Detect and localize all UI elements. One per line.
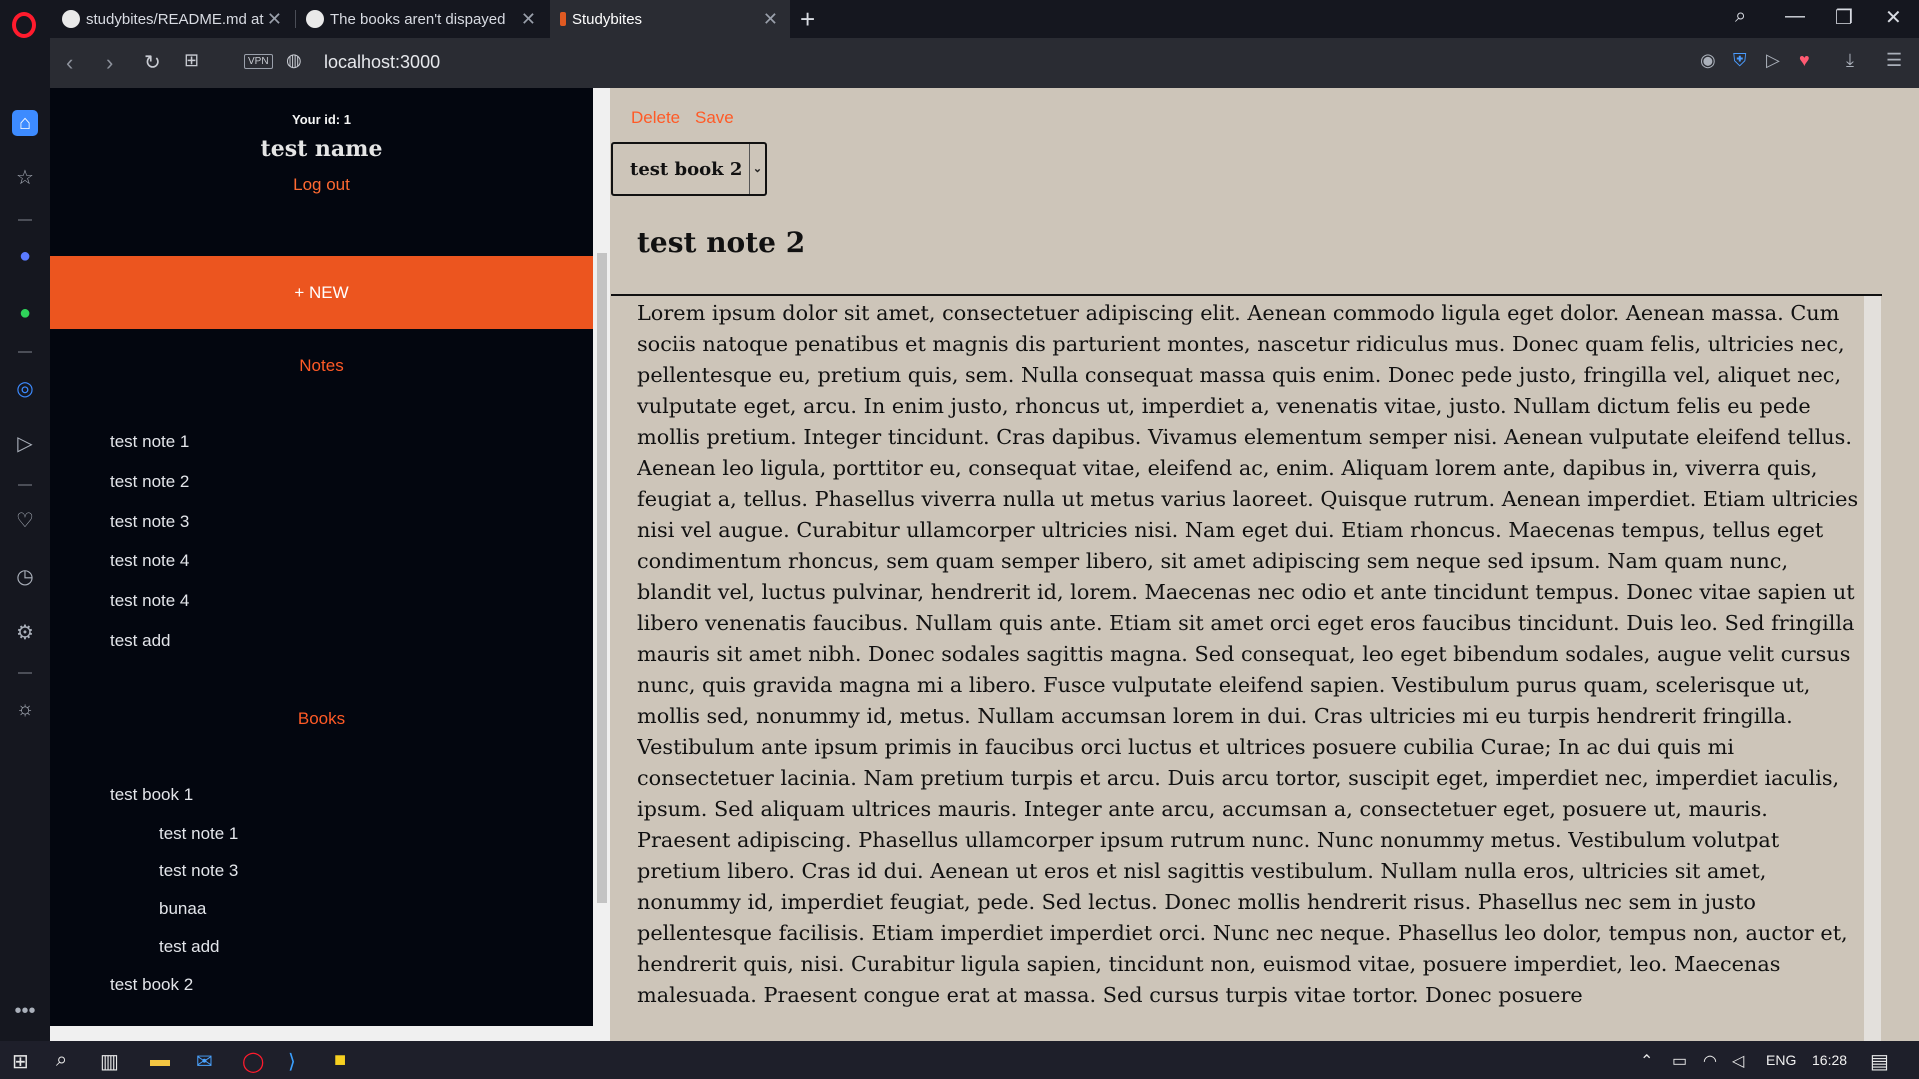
settings-sliders-icon[interactable]: ☰	[1886, 50, 1902, 71]
close-icon[interactable]: ✕	[521, 9, 536, 30]
book-select[interactable]: test book 2 ⌄	[611, 142, 767, 196]
player-icon[interactable]: ◎	[12, 376, 38, 402]
notifications-icon[interactable]: ▤	[1870, 1049, 1889, 1074]
mail-icon[interactable]: ✉	[196, 1049, 213, 1074]
minimize-icon[interactable]: —	[1785, 5, 1805, 28]
note-item[interactable]: test note 4	[110, 591, 189, 611]
browser-tab-bar: studybites/README.md at ✕ The books aren…	[0, 0, 1919, 38]
sidebar-scrollbar[interactable]	[593, 88, 610, 1026]
rail-divider	[18, 484, 32, 486]
file-explorer-icon[interactable]: ▬	[150, 1049, 170, 1072]
reload-icon[interactable]: ↻	[144, 50, 161, 75]
close-icon[interactable]: ✕	[267, 9, 282, 30]
camera-icon[interactable]: ◉	[1700, 50, 1716, 71]
book-note-item[interactable]: test add	[159, 937, 220, 957]
studybites-favicon	[560, 12, 566, 26]
note-title[interactable]: test note 2	[637, 226, 805, 259]
rail-divider	[18, 351, 32, 353]
wifi-icon[interactable]: ◠	[1703, 1051, 1717, 1071]
restore-icon[interactable]: ❐	[1835, 5, 1853, 30]
windows-taskbar: ⊞ ⌕ ▥ ▬ ✉ ◯ ⟩ ■ ⌃ ▭ ◠ ◁ ENG 16:28 ▤	[0, 1041, 1919, 1079]
download-icon[interactable]: ⤓	[1846, 50, 1854, 71]
language-indicator[interactable]: ENG	[1766, 1052, 1796, 1068]
sidebar-scrollbar-thumb[interactable]	[597, 253, 607, 903]
rail-divider	[18, 219, 32, 221]
delete-button[interactable]: Delete	[631, 108, 680, 128]
url-field[interactable]: localhost:3000	[324, 52, 440, 73]
forward-icon[interactable]: ›	[106, 50, 113, 76]
more-icon[interactable]: •••	[12, 998, 38, 1024]
note-body-scrollbar[interactable]	[1864, 296, 1881, 1041]
windows-start-icon[interactable]: ⊞	[12, 1049, 29, 1074]
note-item[interactable]: test note 1	[110, 432, 189, 452]
close-icon[interactable]: ✕	[763, 9, 778, 30]
note-body-textarea[interactable]: Lorem ipsum dolor sit amet, consectetuer…	[637, 298, 1860, 1041]
books-heading: Books	[297, 709, 346, 728]
new-note-button[interactable]: + NEW	[50, 256, 593, 329]
opera-menu-icon[interactable]	[12, 12, 36, 38]
address-bar: ‹ › ↻ ⊞ VPN ◍ localhost:3000 ◉ ⛨ ▷ ♥ ⤓ ☰	[50, 38, 1919, 88]
note-item[interactable]: test note 4	[110, 551, 189, 571]
tab-title: The books aren't dispayed	[330, 10, 506, 28]
opera-taskbar-icon[interactable]: ◯	[242, 1049, 264, 1074]
vscode-icon[interactable]: ⟩	[288, 1049, 296, 1074]
sticky-notes-icon[interactable]: ■	[334, 1049, 346, 1072]
clock[interactable]: 16:28	[1812, 1052, 1847, 1068]
chevron-down-icon: ⌄	[749, 144, 765, 194]
volume-icon[interactable]: ◁	[1732, 1051, 1744, 1071]
github-icon	[306, 10, 324, 28]
battery-icon[interactable]: ▭	[1672, 1051, 1687, 1071]
chevron-up-icon[interactable]: ⌃	[1640, 1051, 1653, 1071]
whatsapp-icon[interactable]: ●	[12, 300, 38, 326]
shield-icon[interactable]: ⛨	[1733, 50, 1747, 71]
new-tab-plus-icon[interactable]: +	[800, 4, 815, 35]
tab-readme[interactable]: studybites/README.md at ✕	[52, 0, 294, 38]
logout-link[interactable]: Log out	[50, 175, 593, 195]
close-window-icon[interactable]: ✕	[1885, 5, 1902, 30]
user-name: test name	[260, 136, 383, 162]
tab-title: Studybites	[572, 10, 643, 28]
book-item[interactable]: test book 1	[110, 785, 193, 805]
globe-icon: ◍	[286, 50, 302, 70]
history-icon[interactable]: ◷	[12, 564, 38, 590]
sidebar-horizontal-scrollbar[interactable]	[50, 1026, 610, 1041]
search-icon[interactable]: ⌕	[56, 1049, 67, 1072]
rail-divider	[18, 672, 32, 674]
browser-sidebar-rail: ⌂ ☆ ● ● ◎ ▷ ♡ ◷ ⚙ ☼ •••	[0, 38, 50, 1041]
send-icon[interactable]: ▷	[12, 431, 38, 457]
heart-icon[interactable]: ♥	[1799, 50, 1810, 71]
heart-icon[interactable]: ♡	[12, 508, 38, 534]
title-divider	[611, 294, 1882, 296]
back-icon[interactable]: ‹	[66, 50, 73, 76]
book-note-item[interactable]: test note 1	[159, 824, 238, 844]
app-sidebar: Your id: 1 test name Log out + NEW Notes…	[50, 88, 593, 1026]
book-note-item[interactable]: test note 3	[159, 861, 238, 881]
tab-github-issue[interactable]: The books aren't dispayed ✕	[296, 0, 548, 38]
book-select-value: test book 2	[630, 158, 743, 180]
note-editor: Delete Save test book 2 ⌄ test note 2 Lo…	[610, 88, 1919, 1041]
tab-title: studybites/README.md at	[86, 10, 264, 28]
note-item[interactable]: test note 2	[110, 472, 189, 492]
book-note-item[interactable]: bunaa	[159, 899, 206, 919]
gear-icon[interactable]: ⚙	[12, 620, 38, 646]
book-item[interactable]: test book 2	[110, 975, 193, 995]
task-view-icon[interactable]: ▥	[100, 1049, 119, 1074]
github-icon	[62, 10, 80, 28]
search-icon[interactable]: ⌕	[1735, 5, 1746, 28]
pinboard-icon[interactable]: ☆	[12, 165, 38, 191]
vpn-badge[interactable]: VPN	[244, 54, 273, 69]
home-icon[interactable]: ⌂	[12, 110, 38, 136]
user-id: Your id: 1	[292, 112, 351, 127]
note-item[interactable]: test add	[110, 631, 171, 651]
note-item[interactable]: test note 3	[110, 512, 189, 532]
messenger-icon[interactable]: ●	[12, 243, 38, 269]
send-icon[interactable]: ▷	[1766, 50, 1780, 71]
tabs-grid-icon[interactable]: ⊞	[184, 50, 199, 71]
save-button[interactable]: Save	[695, 108, 734, 128]
lightbulb-icon[interactable]: ☼	[12, 696, 38, 722]
notes-heading: Notes	[299, 356, 344, 375]
tab-studybites[interactable]: Studybites ✕	[550, 0, 790, 38]
